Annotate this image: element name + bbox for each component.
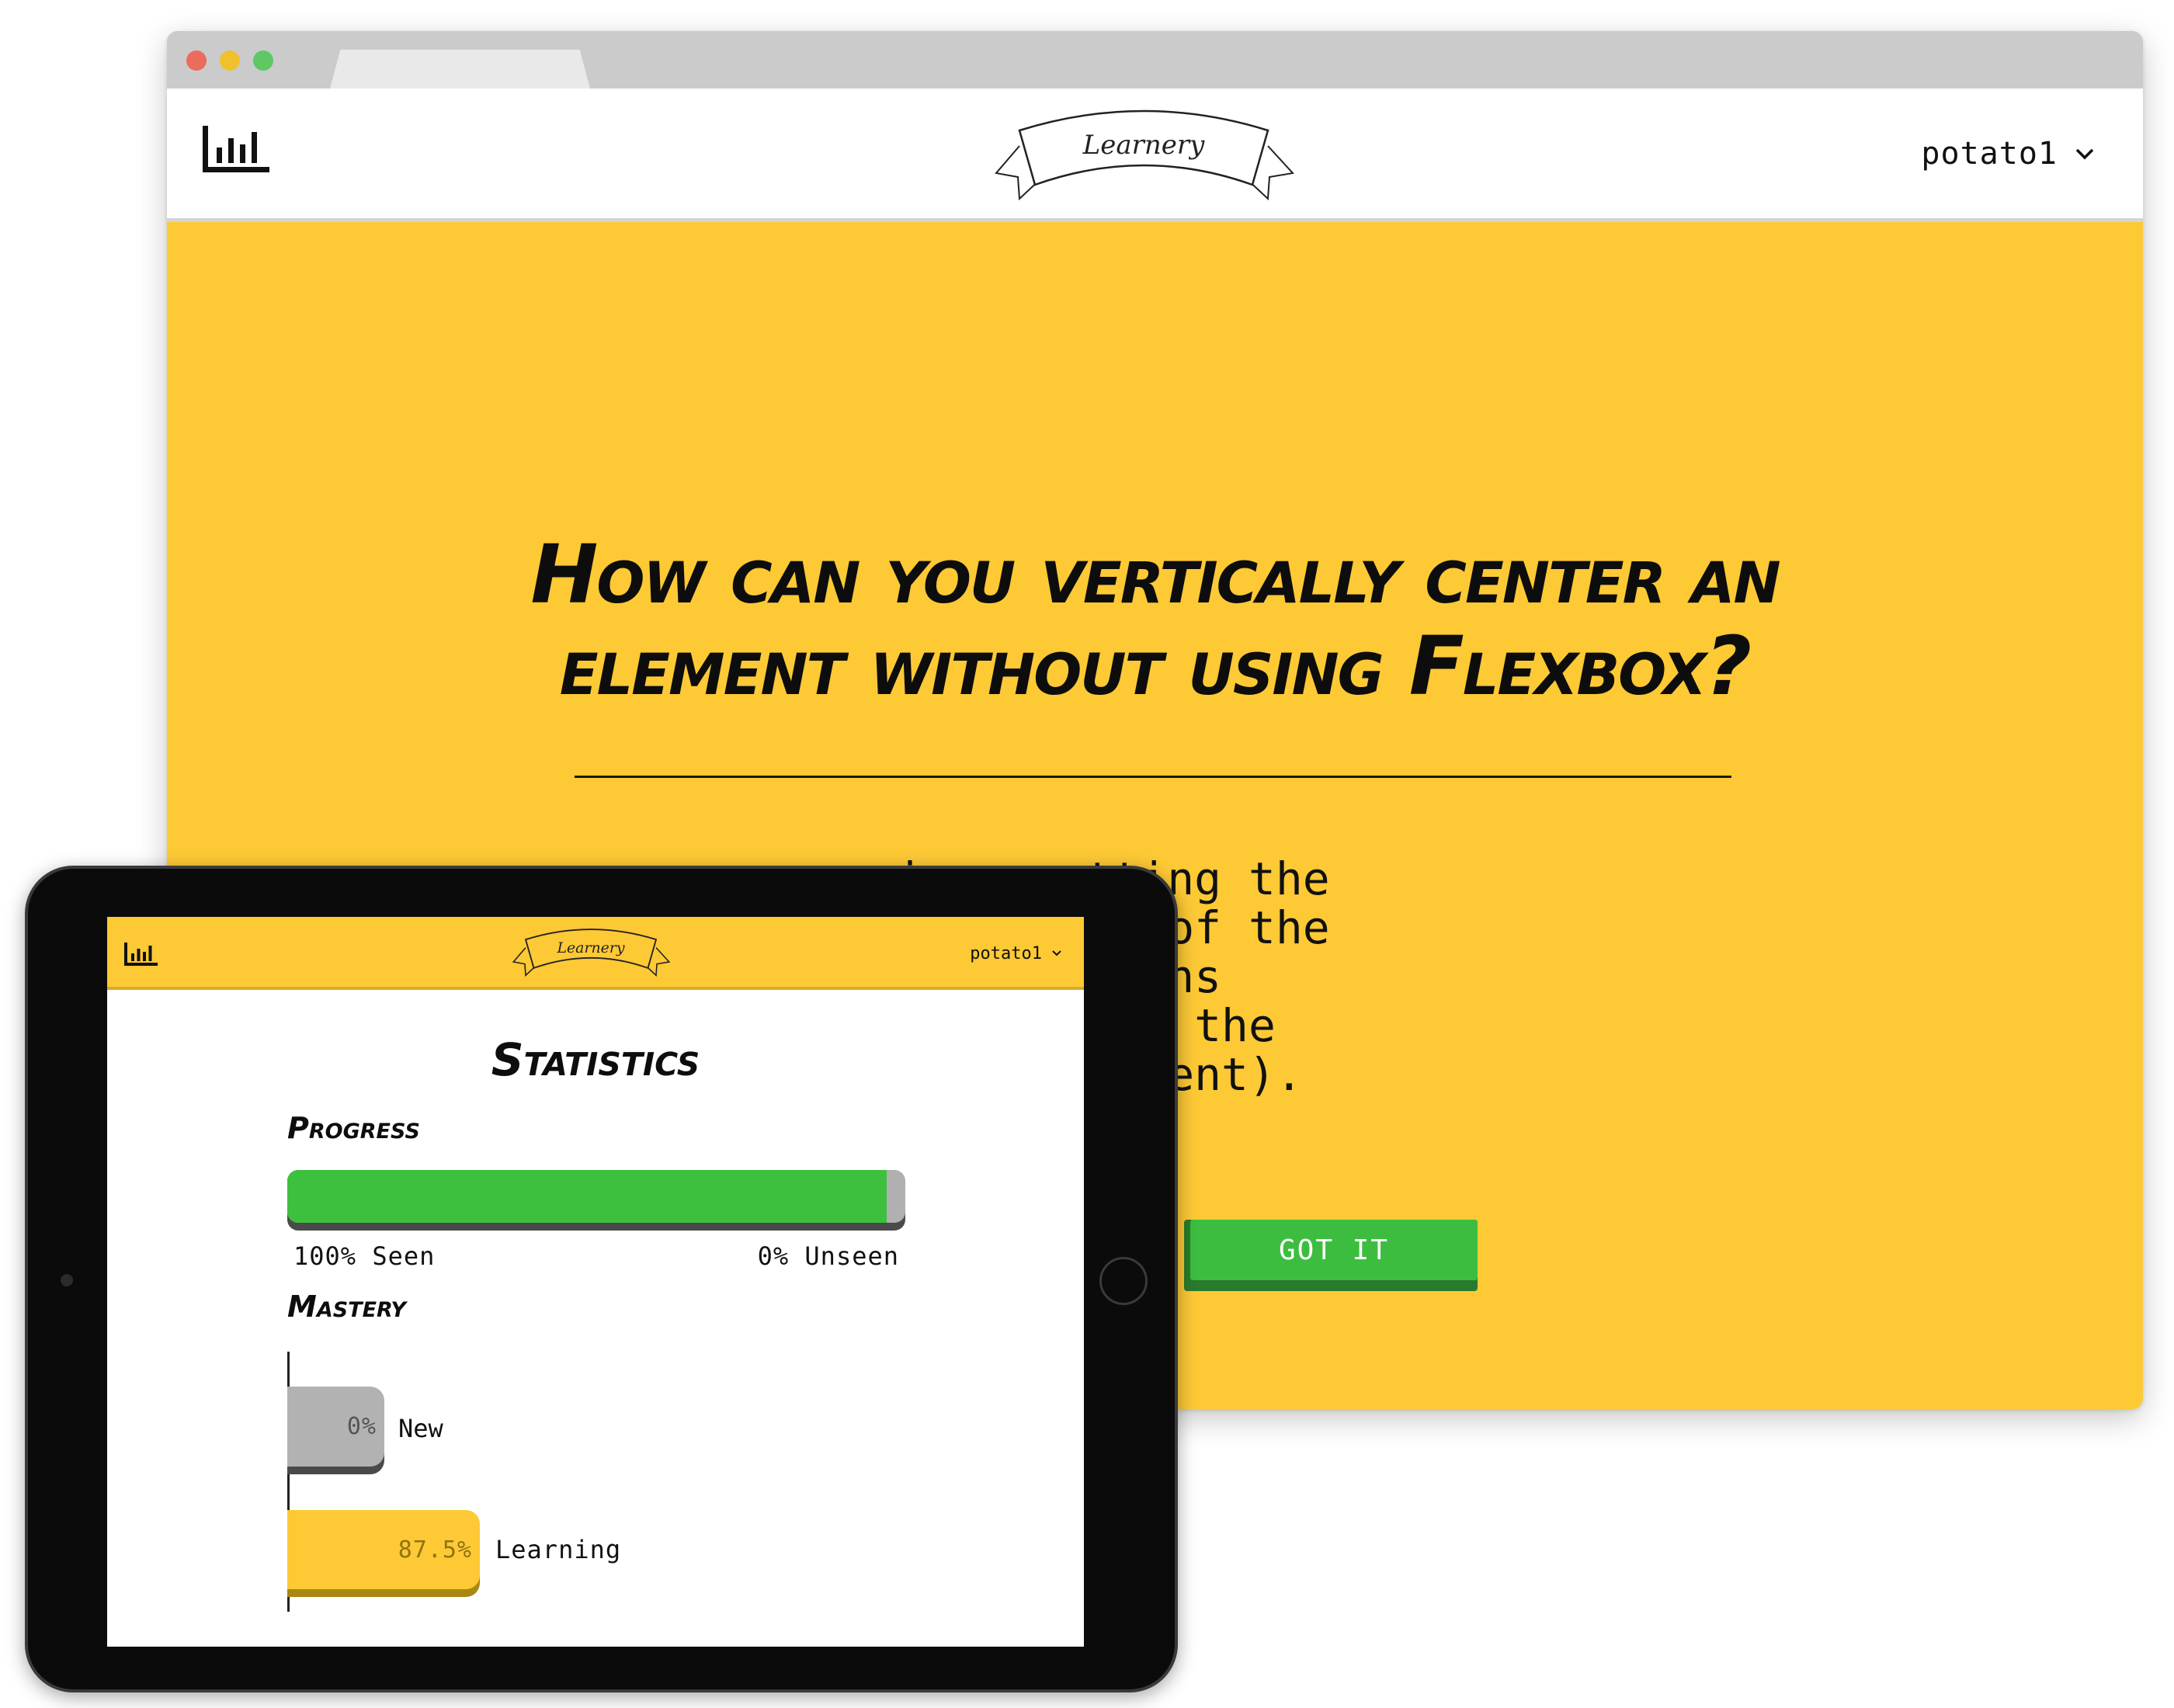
camera	[61, 1274, 73, 1286]
bar-chart-icon[interactable]	[200, 121, 271, 177]
user-menu[interactable]: potato1	[970, 940, 1062, 967]
app-header: Learnery potato1	[167, 89, 2143, 222]
chevron-down-icon	[2075, 148, 2094, 160]
learnery-logo[interactable]: Learnery	[988, 99, 1299, 214]
got-it-button-wrap: GOT IT	[1184, 1220, 1479, 1293]
progress-bar-fill	[287, 1170, 887, 1223]
unseen-label: 0% Unseen	[757, 1241, 899, 1271]
maximize-window-button[interactable]	[253, 50, 273, 71]
progress-title: Progress	[287, 1111, 420, 1145]
learning-label: Learning	[495, 1535, 622, 1564]
learning-bar: 87.5%	[287, 1510, 480, 1589]
got-it-button[interactable]: GOT IT	[1190, 1220, 1478, 1280]
statistics-title: Statistics	[491, 1033, 700, 1086]
username: potato1	[1921, 136, 2058, 172]
question-text: How can you vertically center an element…	[530, 527, 1780, 713]
user-menu[interactable]: potato1	[1921, 130, 2095, 177]
new-label: New	[398, 1414, 443, 1443]
username: potato1	[970, 943, 1042, 963]
seen-label: 100% Seen	[293, 1241, 436, 1271]
logo-text: Learnery	[556, 939, 624, 956]
app-header: Learnery potato1	[107, 917, 1084, 990]
tablet-device: Learnery potato1 Statistics Progress 100…	[25, 866, 1178, 1692]
tablet-screen: Learnery potato1 Statistics Progress 100…	[107, 917, 1084, 1647]
divider	[575, 776, 1731, 778]
logo-text: Learnery	[1082, 130, 1205, 161]
bar-chart-icon[interactable]	[123, 940, 158, 968]
learnery-logo[interactable]: Learnery	[509, 922, 672, 985]
mastery-title: Mastery	[287, 1290, 406, 1324]
browser-title-bar	[167, 31, 2143, 89]
home-button[interactable]	[1099, 1257, 1148, 1305]
progress-bar	[287, 1170, 905, 1223]
chevron-down-icon	[1052, 950, 1061, 956]
browser-tab[interactable]	[330, 50, 590, 89]
new-bar: 0%	[287, 1387, 384, 1467]
close-window-button[interactable]	[186, 50, 207, 71]
minimize-window-button[interactable]	[220, 50, 240, 71]
